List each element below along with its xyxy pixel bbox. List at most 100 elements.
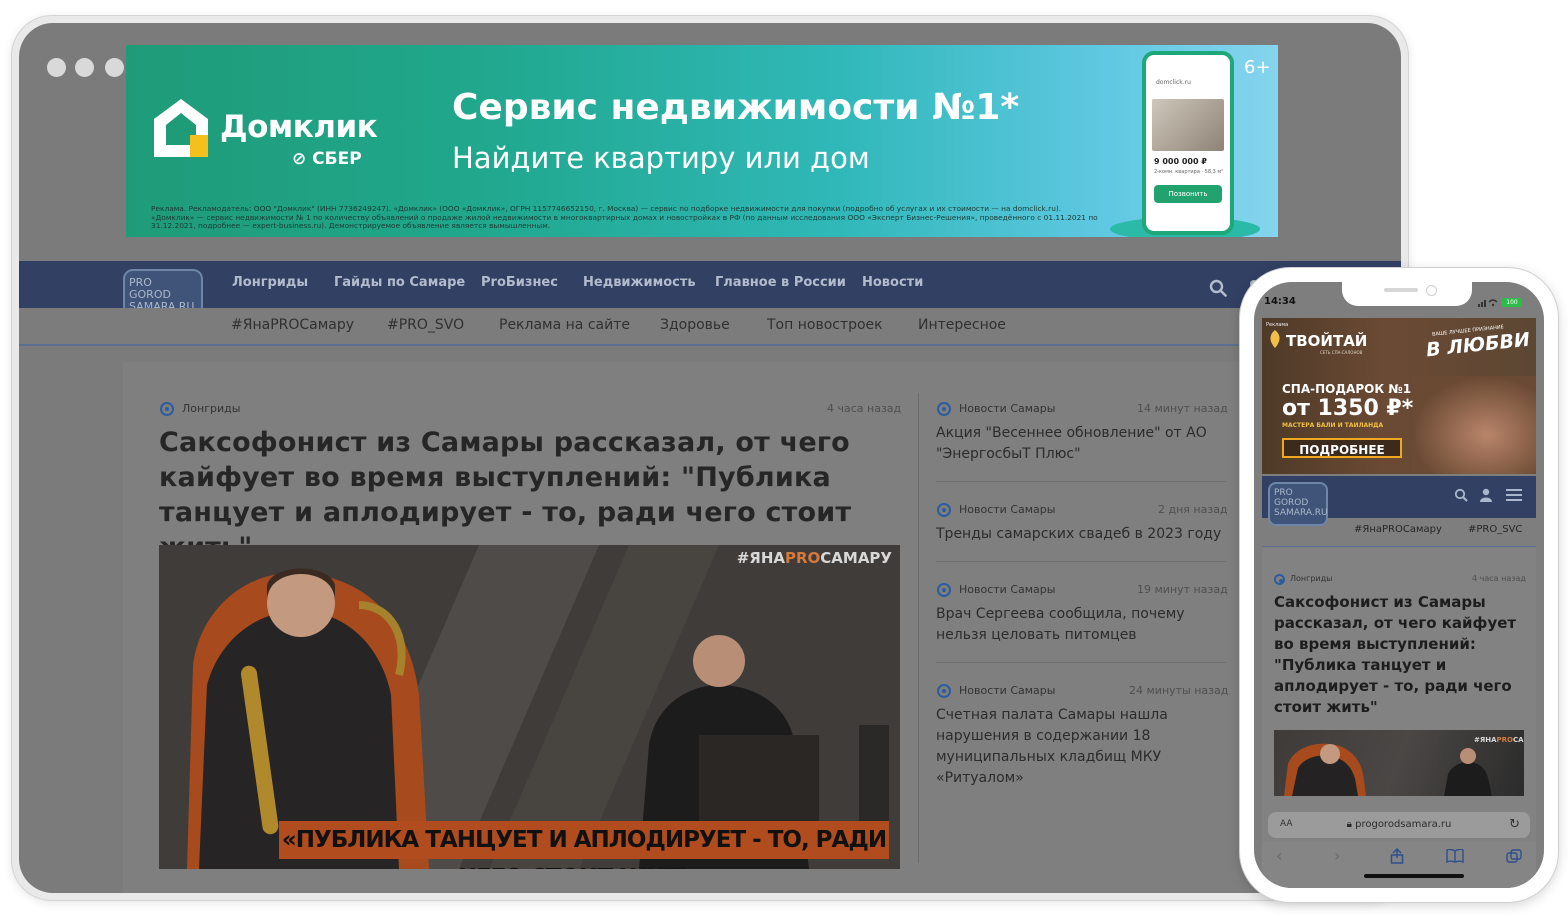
mobile-article-category[interactable]: Лонгриды: [1290, 574, 1332, 583]
main-article-time: 4 часа назад: [827, 402, 902, 415]
mobile-bottom-toolbar: ‹ ›: [1262, 842, 1536, 888]
banner-phone-url: domclick.ru: [1156, 79, 1191, 86]
search-icon[interactable]: [1209, 279, 1227, 297]
tag-pro-svo[interactable]: #PRO_SVC: [1468, 524, 1522, 535]
search-icon[interactable]: [1454, 488, 1468, 502]
spa-ad-banner[interactable]: Реклама ТВОЙТАЙ СЕТЬ СПА-САЛОНОВ ВАШЕ ЛУ…: [1262, 318, 1536, 474]
side-news-separator: [936, 561, 1226, 562]
image-caption: «ПУБЛИКА ТАНЦУЕТ И АПЛОДИРУЕТ - ТО, РАДИ…: [279, 821, 889, 869]
url-value: progorodsamara.ru: [1355, 819, 1452, 830]
logo-line-1: PRO: [1274, 488, 1293, 498]
ad-more-button[interactable]: ПОДРОБНЕЕ: [1282, 438, 1402, 458]
battery-icon: 100: [1502, 298, 1522, 307]
side-news-category[interactable]: Новости Самары: [959, 583, 1055, 596]
user-icon[interactable]: [1480, 488, 1492, 502]
category-icon: [937, 503, 951, 517]
ad-price: от 1350 ₽*: [1282, 396, 1414, 421]
category-icon: [937, 402, 951, 416]
nav-item-news[interactable]: Новости: [862, 275, 923, 290]
side-news-time: 19 минут назад: [1137, 583, 1228, 596]
category-icon: [160, 402, 174, 416]
banner-phone-desc: 2-комн. квартира · 58,3 м²: [1154, 169, 1224, 175]
column-divider: [918, 393, 919, 863]
banner-brand-sub: СБЕР: [312, 149, 362, 169]
back-icon[interactable]: ‹: [1276, 846, 1282, 865]
forward-icon[interactable]: ›: [1334, 846, 1340, 865]
logo-line-2: GOROD: [1274, 498, 1309, 508]
logo-line-3: SAMARA.RU: [1274, 508, 1328, 518]
mobile-address-bar[interactable]: AA 🔒︎ progorodsamara.ru ↻: [1268, 812, 1530, 838]
nav-item-guides[interactable]: Гайды по Самаре: [334, 275, 465, 290]
banner-phone-room-image: [1152, 99, 1224, 151]
ad-masters: МАСТЕРА БАЛИ И ТАИЛАНДА: [1282, 422, 1384, 429]
main-article-title[interactable]: Саксофонист из Самары рассказал, от чего…: [159, 425, 899, 565]
mobile-article-image[interactable]: #ЯНАPROСАМАРУ: [1274, 730, 1524, 796]
side-news-separator: [936, 481, 1226, 482]
nav-item-health[interactable]: Здоровье: [660, 317, 730, 333]
ad-brand: ТВОЙТАЙ: [1286, 332, 1368, 350]
banner-subtitle: Найдите квартиру или дом: [452, 141, 870, 175]
signal-wifi-icon: [1478, 299, 1498, 307]
front-camera: [1426, 285, 1437, 296]
banner-brand-sber: ⊘ СБЕР: [292, 149, 362, 169]
age-rating: 6+: [1244, 57, 1271, 78]
category-icon: [937, 684, 951, 698]
url-text[interactable]: 🔒︎ progorodsamara.ru: [1268, 819, 1530, 830]
spa-photo: [1412, 376, 1536, 474]
nav-item-advertising[interactable]: Реклама на сайте: [499, 317, 630, 333]
side-news-category[interactable]: Новости Самары: [959, 684, 1055, 697]
side-news-time: 2 дня назад: [1158, 503, 1228, 516]
side-news-time: 14 минут назад: [1137, 402, 1228, 415]
nav-item-interesting[interactable]: Интересное: [918, 317, 1006, 333]
home-indicator: [1364, 874, 1464, 878]
nav-item-top-newbuilds[interactable]: Топ новостроек: [767, 317, 883, 333]
speaker-grille: [1384, 288, 1418, 292]
tabs-icon[interactable]: [1506, 849, 1522, 863]
nav-item-realty[interactable]: Недвижимость: [583, 275, 696, 290]
mobile-article-title[interactable]: Саксофонист из Самары рассказал, от чего…: [1274, 592, 1528, 718]
domclick-banner-ad[interactable]: Домклик ⊘ СБЕР Сервис недвижимости №1* Н…: [126, 45, 1278, 237]
status-time: 14:34: [1264, 296, 1296, 307]
menu-icon[interactable]: [1506, 488, 1522, 502]
banner-title: Сервис недвижимости №1*: [452, 87, 1020, 128]
tag-yanaprosamaru[interactable]: #ЯнаPROСамару: [231, 317, 354, 333]
lotus-logo-icon: [1270, 330, 1280, 348]
side-news-separator: [936, 662, 1226, 663]
window-close-dot[interactable]: [47, 58, 66, 77]
bookmarks-icon[interactable]: [1446, 849, 1464, 863]
banner-phone-call-button: Позвонить: [1154, 185, 1222, 203]
window-minimize-dot[interactable]: [75, 58, 94, 77]
tag-yanaprosamaru[interactable]: #ЯнаPROСамару: [1354, 524, 1442, 535]
phone-notch: [1342, 282, 1472, 306]
side-news-title[interactable]: Акция "Весеннее обновление" от АО "Энерг…: [936, 423, 1226, 465]
banner-brand: Домклик: [220, 109, 378, 145]
window-maximize-dot[interactable]: [105, 58, 124, 77]
side-news-category[interactable]: Новости Самары: [959, 402, 1055, 415]
category-icon: [937, 583, 951, 597]
nav-item-russia[interactable]: Главное в России: [715, 275, 846, 290]
side-news-title[interactable]: Счетная палата Самары нашла нарушения в …: [936, 705, 1176, 789]
nav-item-longreads[interactable]: Лонгриды: [232, 275, 308, 290]
main-article-category[interactable]: Лонгриды: [182, 402, 240, 415]
side-news-time: 24 минуты назад: [1129, 684, 1229, 697]
category-icon: [1274, 574, 1285, 585]
image-hashtag-post: САМАРУ: [820, 549, 892, 567]
image-hashtag-pro: PRO: [784, 549, 821, 567]
banner-phone-price: 9 000 000 ₽: [1154, 157, 1207, 166]
banner-phone-mockup: domclick.ru 9 000 000 ₽ 2-комн. квартира…: [1142, 51, 1234, 235]
nav-item-probusiness[interactable]: ProБизнес: [481, 275, 558, 290]
share-icon[interactable]: [1390, 848, 1404, 864]
sber-check-icon: ⊘: [292, 149, 307, 169]
mobile-screen: 14:34 100 Реклама ТВОЙТАЙ СЕТЬ СПА-САЛОН…: [1254, 282, 1544, 888]
side-news-category[interactable]: Новости Самары: [959, 503, 1055, 516]
lock-icon: 🔒︎: [1346, 819, 1356, 830]
tag-pro-svo[interactable]: #PRO_SVO: [387, 317, 464, 333]
main-article-image[interactable]: #ЯНАPROСАМАРУ «ПУБЛИКА ТАНЦУЕТ И АПЛОДИР…: [159, 545, 900, 869]
ad-brand-sub: СЕТЬ СПА-САЛОНОВ: [1320, 350, 1363, 355]
side-news-title[interactable]: Тренды самарских свадеб в 2023 году: [936, 524, 1226, 545]
reload-icon[interactable]: ↻: [1509, 817, 1520, 832]
saxophonist-photo-thumb: #ЯНАPROСАМАРУ: [1284, 736, 1524, 796]
side-news-title[interactable]: Врач Сергеева сообщила, почему нельзя це…: [936, 604, 1226, 646]
svg-text:#ЯНАPROСАМАРУ: #ЯНАPROСАМАРУ: [1474, 736, 1524, 744]
desktop-screen: Домклик ⊘ СБЕР Сервис недвижимости №1* Н…: [19, 23, 1401, 893]
